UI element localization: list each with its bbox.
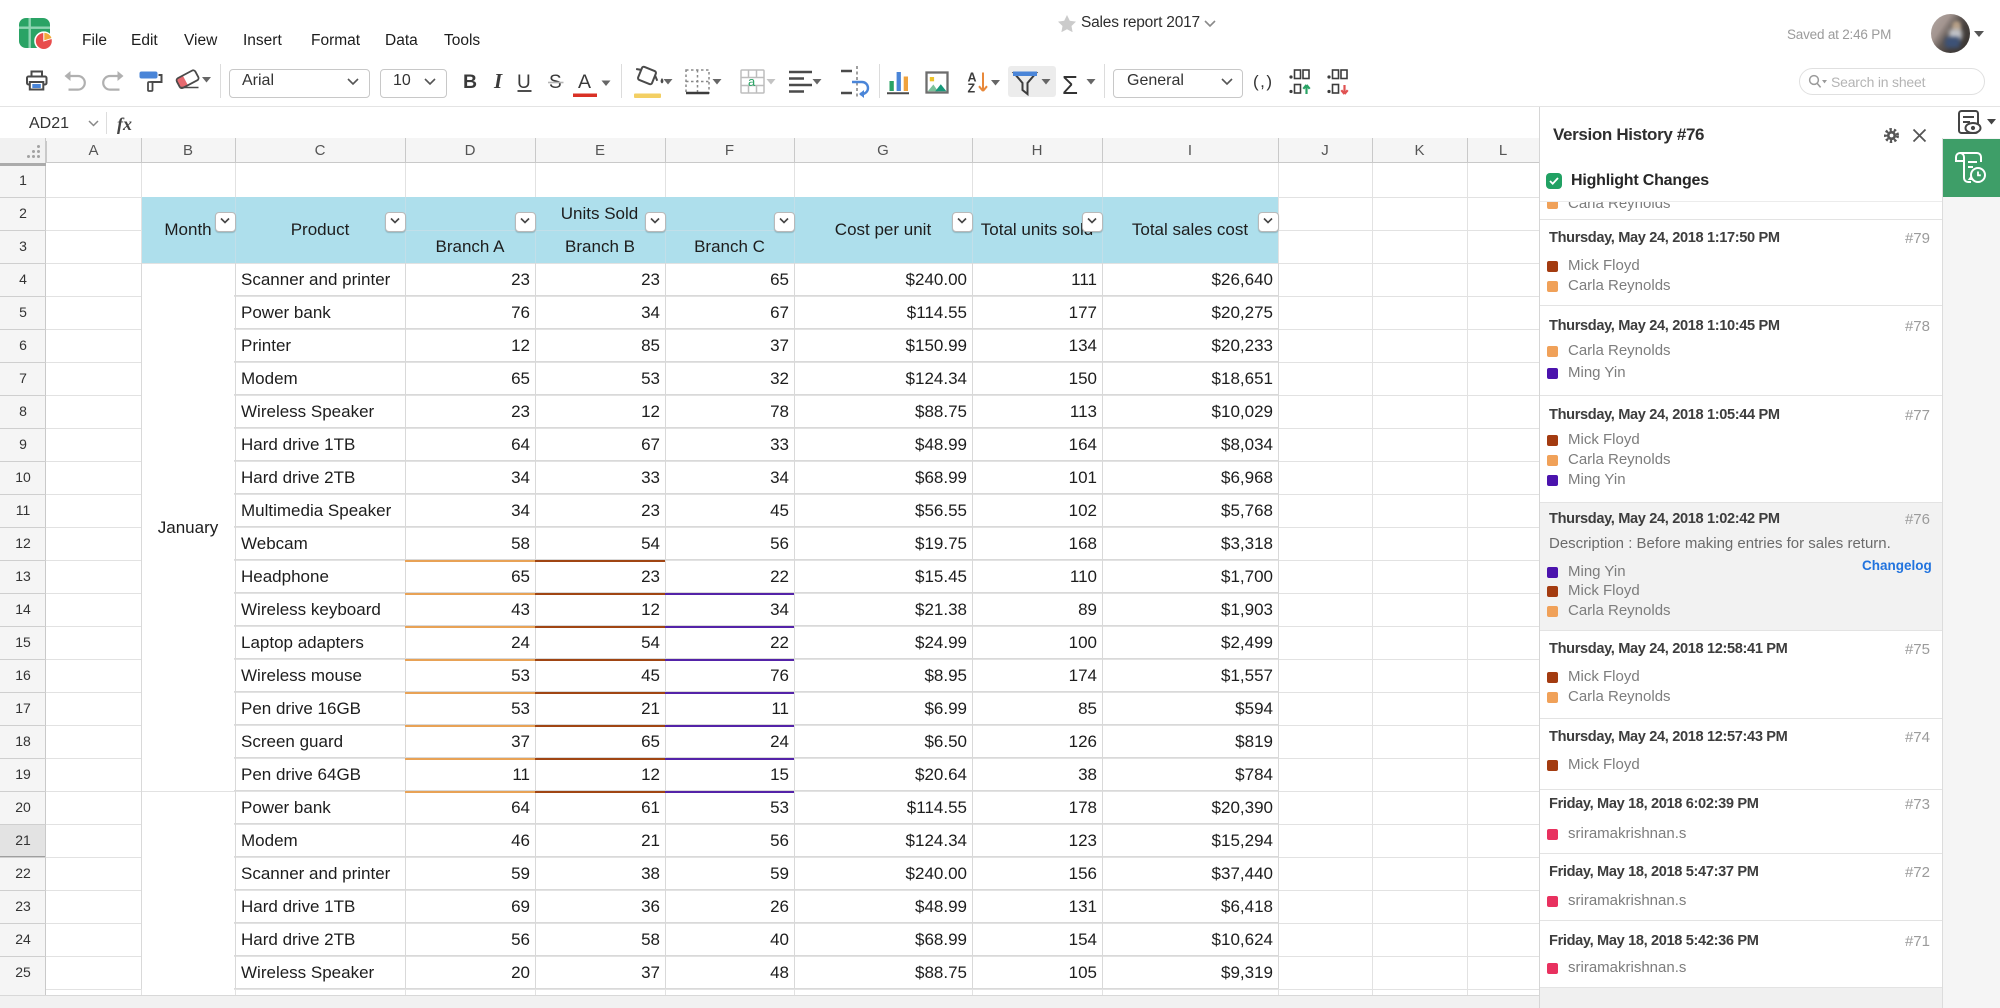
svg-text:a: a	[748, 74, 756, 89]
svg-text:U: U	[517, 72, 531, 93]
svg-text:B: B	[463, 71, 477, 93]
svg-text:Z: Z	[968, 82, 976, 96]
svg-text:(,): (,)	[1253, 72, 1274, 91]
svg-text:Σ: Σ	[1062, 70, 1078, 100]
svg-text:I: I	[493, 69, 503, 93]
svg-text:A: A	[578, 71, 591, 93]
